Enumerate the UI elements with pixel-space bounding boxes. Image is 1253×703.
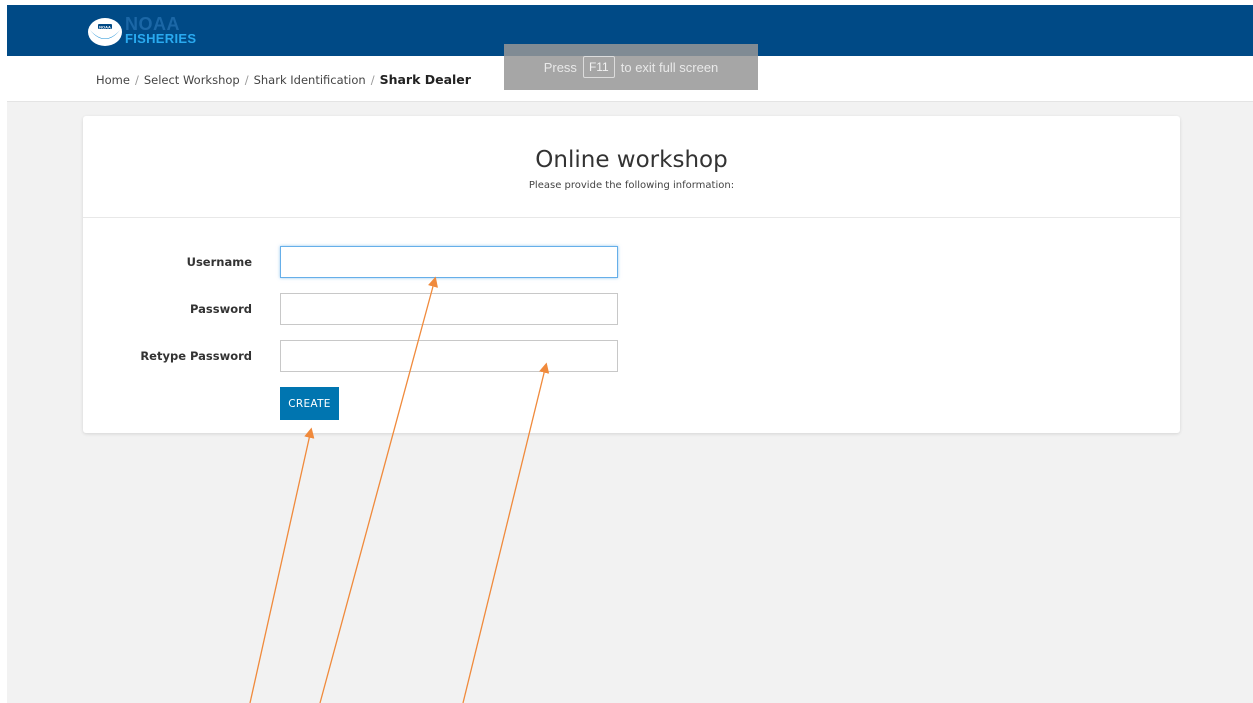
retype-password-row: Retype Password: [83, 340, 1180, 373]
breadcrumb-separator: /: [244, 73, 249, 87]
breadcrumb-current: Shark Dealer: [379, 72, 471, 87]
password-label: Password: [190, 302, 252, 316]
password-row: Password: [83, 293, 1180, 326]
breadcrumb-select-workshop[interactable]: Select Workshop: [144, 73, 240, 87]
username-row: Username: [83, 246, 1180, 279]
retype-password-label: Retype Password: [140, 349, 252, 363]
toast-suffix: to exit full screen: [620, 59, 719, 75]
noaa-fisheries-logo[interactable]: NOAA NOAA FISHERIES: [87, 14, 227, 51]
password-input[interactable]: [280, 293, 618, 325]
breadcrumb-separator: /: [134, 73, 139, 87]
breadcrumb: Home / Select Workshop / Shark Identificatio…: [96, 72, 471, 87]
breadcrumb-separator: /: [370, 73, 375, 87]
page-subtitle: Please provide the following information…: [528, 180, 735, 191]
logo-text-fisheries: FISHERIES: [125, 31, 197, 46]
workshop-form-card: Online workshop Please provide the follo…: [83, 116, 1180, 433]
noaa-emblem-icon: NOAA: [88, 18, 122, 46]
toast-prefix: Press: [543, 59, 577, 75]
fullscreen-toast: Press F11 to exit full screen: [504, 44, 758, 90]
breadcrumb-shark-identification[interactable]: Shark Identification: [254, 73, 366, 87]
username-input[interactable]: [280, 246, 618, 278]
logo-badge-text: NOAA: [99, 24, 111, 29]
toast-key-f11: F11: [582, 56, 615, 78]
username-label: Username: [186, 255, 252, 269]
create-button[interactable]: CREATE: [280, 387, 339, 420]
retype-password-input[interactable]: [280, 340, 618, 372]
card-header: Online workshop Please provide the follo…: [83, 116, 1180, 218]
arrow-to-create-button: [249, 427, 315, 703]
breadcrumb-home[interactable]: Home: [96, 73, 130, 87]
page: NOAA NOAA FISHERIES Home / Select Workshop…: [0, 0, 1253, 703]
page-title: Online workshop: [535, 147, 728, 173]
